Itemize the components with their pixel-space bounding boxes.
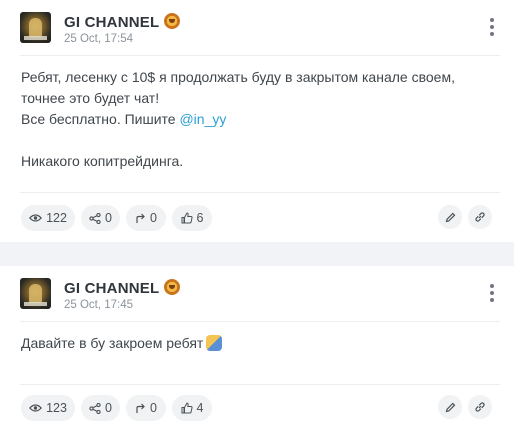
- mention-link[interactable]: @in_yy: [179, 111, 226, 127]
- divider: [20, 384, 500, 385]
- shares-counter[interactable]: 0: [81, 205, 120, 231]
- message-line: [21, 130, 496, 151]
- divider: [20, 55, 500, 56]
- link-icon: [475, 402, 485, 412]
- channel-avatar[interactable]: [20, 12, 51, 43]
- more-vertical-icon[interactable]: [490, 18, 494, 36]
- post-footer: 122 0 0 6: [21, 205, 492, 231]
- forward-arrow-icon: [136, 213, 145, 223]
- lion-face-icon: [164, 279, 181, 295]
- message-line: Никакого копитрейдинга.: [21, 153, 184, 169]
- edit-button[interactable]: [438, 205, 462, 229]
- post-timestamp: 25 Oct, 17:45: [64, 299, 134, 311]
- channel-avatar[interactable]: [20, 278, 51, 309]
- post-message: Давайте в бу закроем ребят: [21, 333, 496, 354]
- edit-button[interactable]: [438, 395, 462, 419]
- pencil-icon: [445, 402, 455, 412]
- shares-counter[interactable]: 0: [81, 395, 120, 421]
- link-icon: [475, 212, 485, 222]
- divider: [20, 192, 500, 193]
- eye-icon: [29, 404, 43, 412]
- pencil-icon: [445, 212, 455, 222]
- forwards-counter[interactable]: 0: [126, 205, 166, 231]
- divider: [20, 321, 500, 322]
- post-header: GI CHANNEL 25 Oct, 17:54: [20, 12, 498, 48]
- views-counter: 123: [21, 395, 75, 421]
- message-line: Все бесплатно. Пишите @in_yy: [21, 111, 227, 127]
- share-icon: [89, 212, 101, 224]
- post-message: Ребят, лесенку с 10$ я продолжать буду в…: [21, 67, 496, 172]
- likes-counter[interactable]: 4: [172, 395, 212, 421]
- views-counter: 122: [21, 205, 75, 231]
- post-card: GI CHANNEL 25 Oct, 17:45 Давайте в бу за…: [0, 266, 514, 426]
- raising-hand-emoji-icon: [206, 335, 223, 351]
- likes-counter[interactable]: 6: [172, 205, 212, 231]
- post-header: GI CHANNEL 25 Oct, 17:45: [20, 278, 498, 314]
- message-line: Ребят, лесенку с 10$ я продолжать буду в…: [21, 69, 455, 85]
- thumbs-up-icon: [181, 402, 193, 414]
- post-card: GI CHANNEL 25 Oct, 17:54 Ребят, лесенку …: [0, 0, 514, 242]
- copy-link-button[interactable]: [468, 205, 492, 229]
- forwards-counter[interactable]: 0: [126, 395, 166, 421]
- thumbs-up-icon: [181, 212, 193, 224]
- channel-name[interactable]: GI CHANNEL: [64, 13, 181, 31]
- lion-face-icon: [164, 13, 181, 29]
- message-line: точнее это будет чат!: [21, 90, 160, 106]
- copy-link-button[interactable]: [468, 395, 492, 419]
- channel-name[interactable]: GI CHANNEL: [64, 279, 181, 297]
- more-vertical-icon[interactable]: [490, 284, 494, 302]
- share-icon: [89, 402, 101, 414]
- eye-icon: [29, 214, 43, 222]
- post-timestamp: 25 Oct, 17:54: [64, 33, 134, 45]
- post-footer: 123 0 0 4: [21, 395, 492, 421]
- forward-arrow-icon: [136, 403, 145, 413]
- message-line: Давайте в бу закроем ребят: [21, 333, 496, 354]
